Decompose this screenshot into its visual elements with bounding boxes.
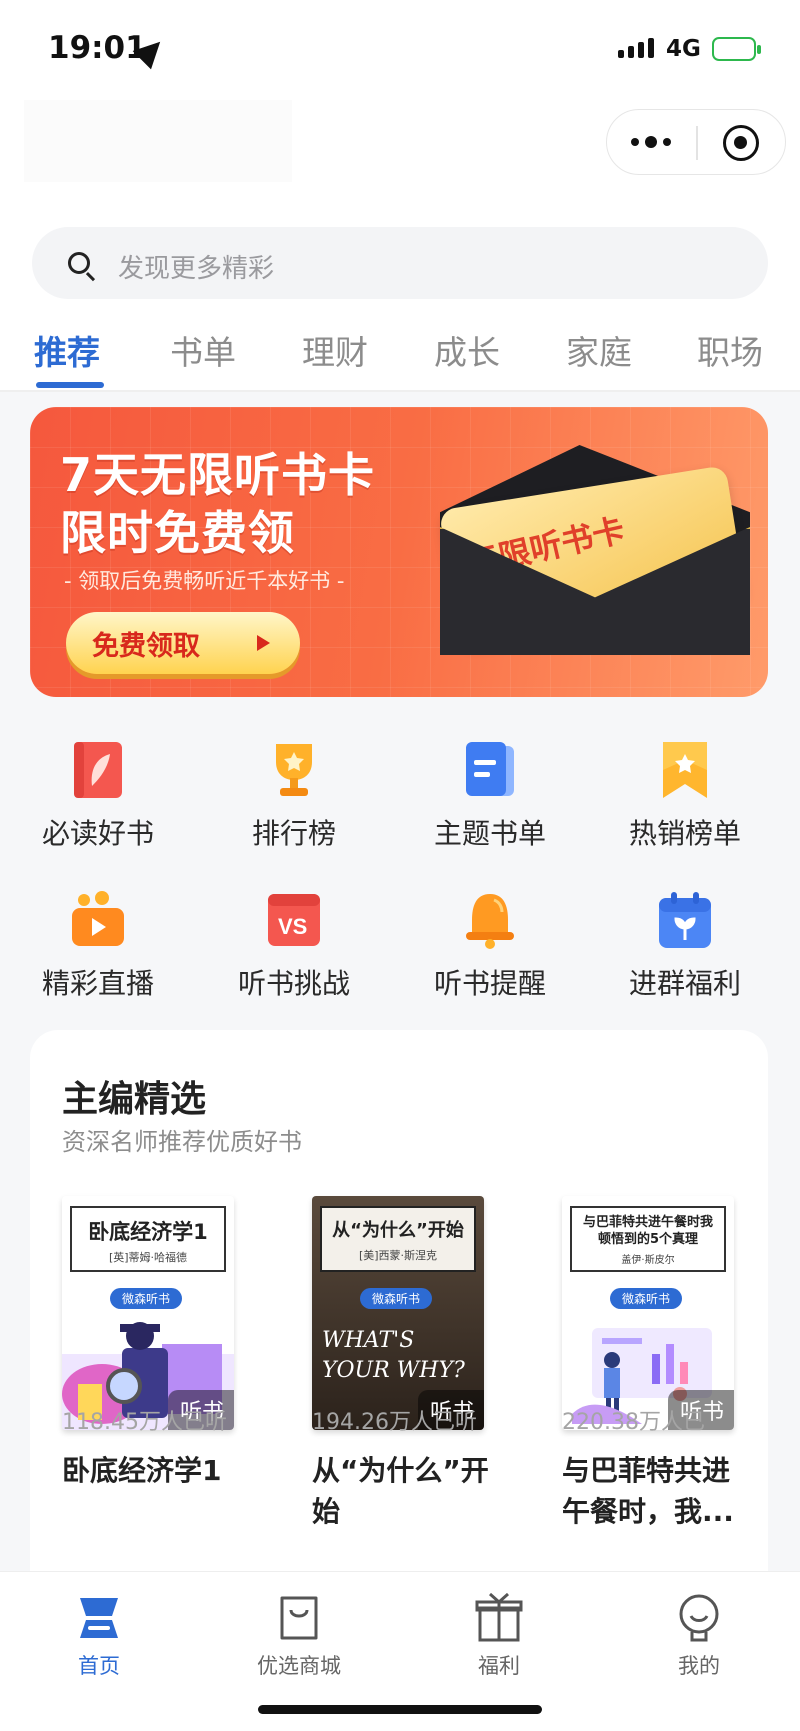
grid-label: 听书提醒	[433, 967, 546, 1000]
grid-label: 热销榜单	[628, 817, 741, 850]
listener-count: 220.38万人已	[562, 1410, 705, 1435]
grid-label: 排行榜	[251, 817, 336, 850]
book-cover: 卧底经济学1 [英]蒂姆·哈福德 微森听书 听书	[62, 1196, 234, 1430]
grid-item-challenge[interactable]: VS 听书挑战	[199, 890, 389, 1002]
gift-icon	[474, 1592, 524, 1644]
tab-family[interactable]: 家庭	[566, 326, 632, 374]
banner-title-line2: 限时免费领	[60, 506, 295, 560]
tabbar-label: 福利	[478, 1654, 520, 1678]
tabbar-label: 优选商城	[257, 1654, 341, 1678]
grid-item-theme-booklist[interactable]: 主题书单	[395, 740, 585, 852]
book-item[interactable]: 从“为什么”开始 [美]西蒙·斯涅克 微森听书 WHAT'S YOUR WHY?…	[312, 1196, 494, 1532]
grid-item-bestsellers[interactable]: 热销榜单	[590, 740, 780, 852]
grid-label: 听书挑战	[237, 967, 350, 1000]
grid-item-live[interactable]: 精彩直播	[3, 890, 193, 1002]
book-cover: 与巴菲特共进午餐时我顿悟到的5个真理 盖伊·斯皮尔 微森听书 听书	[562, 1196, 734, 1430]
book-title: 从“为什么”开始	[312, 1454, 489, 1528]
close-miniprogram-icon[interactable]	[723, 125, 759, 161]
status-time: 19:01	[48, 30, 147, 66]
svg-text:VS: VS	[278, 914, 307, 939]
grid-label: 进群福利	[628, 967, 741, 1000]
trophy-icon	[266, 740, 322, 800]
section-subtitle: 资深名师推荐优质好书	[62, 1128, 302, 1156]
tabbar-mall[interactable]: 优选商城	[244, 1592, 354, 1680]
live-video-icon	[70, 890, 126, 950]
home-indicator	[258, 1705, 542, 1714]
status-bar: 19:01 4G	[0, 0, 800, 100]
active-tab-indicator	[36, 382, 104, 388]
book-item[interactable]: 与巴菲特共进午餐时我顿悟到的5个真理 盖伊·斯皮尔 微森听书 听书 与巴菲特共进…	[562, 1196, 744, 1532]
tabbar-label: 首页	[78, 1654, 120, 1678]
book-cover: 从“为什么”开始 [美]西蒙·斯涅克 微森听书 WHAT'S YOUR WHY?…	[312, 1196, 484, 1430]
book-title: 与巴菲特共进午餐时，我...	[562, 1454, 734, 1528]
grid-item-must-read[interactable]: 必读好书	[3, 740, 193, 852]
cover-title: 从“为什么”开始	[332, 1220, 464, 1241]
cover-art-text: WHAT'S YOUR WHY?	[322, 1328, 465, 1383]
publisher-badge: 微森听书	[610, 1288, 683, 1309]
mini-program-capsule	[606, 109, 786, 175]
listener-count: 118.45万人已听	[62, 1410, 227, 1435]
search-placeholder: 发现更多精彩	[118, 254, 275, 284]
feature-grid: 必读好书 排行榜 主题书单 热销榜单 精彩直播 VS 听书挑战 听书提醒 进群福…	[0, 720, 800, 1020]
app-logo-placeholder	[24, 100, 292, 182]
banner-subtitle: - 领取后免费畅听近千本好书 -	[64, 569, 345, 593]
document-list-icon	[462, 740, 518, 800]
tabbar-profile[interactable]: 我的	[644, 1592, 754, 1680]
tab-finance[interactable]: 理财	[302, 326, 368, 374]
capsule-divider	[696, 126, 698, 160]
more-icon[interactable]	[631, 136, 671, 148]
cover-author: [英]蒂姆·哈福德	[108, 1251, 188, 1264]
tabs-divider	[0, 390, 800, 392]
grid-item-reminder[interactable]: 听书提醒	[395, 890, 585, 1002]
profile-icon	[674, 1592, 724, 1644]
cover-author: 盖伊·斯皮尔	[621, 1255, 675, 1266]
tab-growth[interactable]: 成长	[434, 326, 500, 374]
grid-item-ranking[interactable]: 排行榜	[199, 740, 389, 852]
search-icon	[68, 252, 90, 274]
battery-charging-icon	[712, 37, 761, 61]
publisher-badge: 微森听书	[110, 1288, 183, 1309]
feather-book-icon	[70, 740, 126, 800]
claim-free-button[interactable]: 免费领取	[66, 612, 300, 674]
grid-item-group-benefits[interactable]: 进群福利	[590, 890, 780, 1002]
shopping-bag-icon	[274, 1592, 324, 1644]
banner-title-line1: 7天无限听书卡	[60, 448, 376, 502]
book-title: 卧底经济学1	[62, 1454, 222, 1487]
home-icon	[74, 1592, 124, 1644]
star-bookmark-icon	[657, 740, 713, 800]
tab-recommend[interactable]: 推荐	[34, 326, 100, 374]
tab-booklist[interactable]: 书单	[170, 326, 236, 374]
tabbar-label: 我的	[678, 1654, 720, 1678]
grid-label: 必读好书	[41, 817, 154, 850]
cover-author: [美]西蒙·斯涅克	[358, 1249, 438, 1262]
tabbar-benefits[interactable]: 福利	[444, 1592, 554, 1680]
vs-challenge-icon: VS	[266, 890, 322, 950]
grid-label: 精彩直播	[41, 967, 154, 1000]
category-tabs: 推荐 书单 理财 成长 家庭 职场	[0, 320, 800, 392]
publisher-badge: 微森听书	[360, 1288, 433, 1309]
tab-career[interactable]: 职场	[697, 326, 763, 374]
listener-count: 194.26万人已听	[312, 1410, 477, 1435]
book-item[interactable]: 卧底经济学1 [英]蒂姆·哈福德 微森听书 听书 卧底经济学1	[62, 1196, 244, 1491]
cover-title: 与巴菲特共进午餐时我顿悟到的5个真理	[582, 1215, 713, 1247]
cellular-signal-icon	[618, 38, 654, 58]
search-input[interactable]: 发现更多精彩	[32, 227, 768, 299]
editor-picks-section: 主编精选 资深名师推荐优质好书 卧底经济学1 [英]蒂姆·哈福德 微森听书 听书…	[30, 1030, 768, 1650]
bell-icon	[462, 890, 518, 950]
app-screen: 19:01 4G 发现更多精彩 推荐 书单 理财 成长 家庭 职场 7天无限听书…	[0, 0, 800, 1731]
grid-label: 主题书单	[433, 817, 546, 850]
tabbar-home[interactable]: 首页	[44, 1592, 154, 1680]
promo-banner[interactable]: 7天无限听书卡 限时免费领 - 领取后免费畅听近千本好书 - 免费领取 无限听书…	[30, 407, 768, 697]
network-type: 4G	[666, 36, 701, 62]
calendar-sprout-icon	[657, 890, 713, 950]
section-title: 主编精选	[62, 1079, 207, 1120]
cover-title: 卧底经济学1	[88, 1220, 208, 1244]
